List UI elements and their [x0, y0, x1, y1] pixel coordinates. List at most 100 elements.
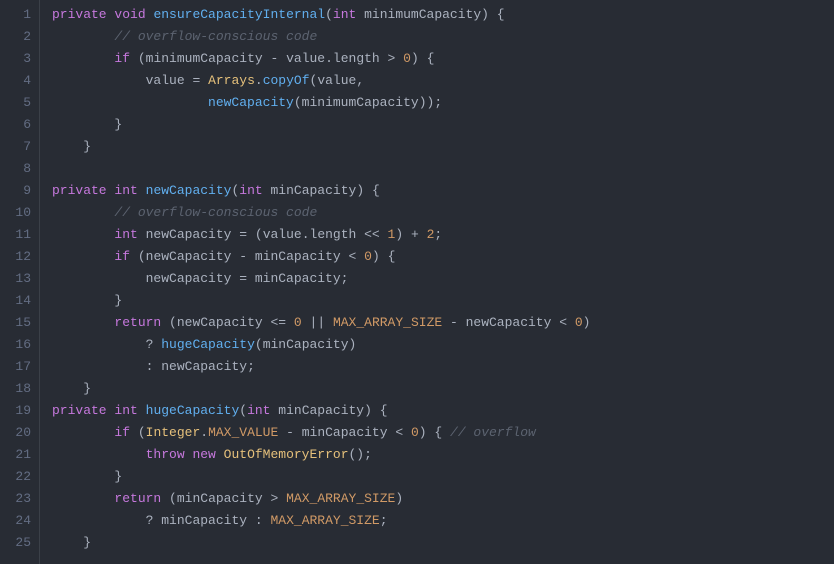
token-fn: ensureCapacityInternal [153, 7, 325, 22]
token-plain [216, 447, 224, 462]
token-plain: minCapacity [294, 425, 395, 440]
line-number: 13 [12, 268, 31, 290]
code-line[interactable]: } [52, 136, 834, 158]
token-plain [52, 227, 114, 242]
token-punc: () [349, 447, 365, 462]
code-line[interactable]: if (Integer.MAX_VALUE - minCapacity < 0)… [52, 422, 834, 444]
code-line[interactable]: // overflow-conscious code [52, 202, 834, 224]
token-punc: . [325, 51, 333, 66]
line-number: 23 [12, 488, 31, 510]
token-punc: ( [239, 403, 247, 418]
token-punc: } [114, 117, 122, 132]
code-line[interactable]: } [52, 378, 834, 400]
code-line[interactable]: return (newCapacity <= 0 || MAX_ARRAY_SI… [52, 312, 834, 334]
token-punc: { [497, 7, 505, 22]
token-plain [200, 73, 208, 88]
code-line[interactable] [52, 158, 834, 180]
token-op: <= [270, 315, 286, 330]
token-kw: int [114, 183, 137, 198]
token-plain: minimumCapacity [146, 51, 271, 66]
token-punc: ( [325, 7, 333, 22]
token-plain [52, 535, 83, 550]
token-punc: ( [255, 227, 263, 242]
code-line[interactable]: if (minimumCapacity - value.length > 0) … [52, 48, 834, 70]
token-plain [403, 425, 411, 440]
token-typename: Arrays [208, 73, 255, 88]
token-plain [302, 315, 310, 330]
token-plain: minimumCapacity [302, 95, 419, 110]
code-line[interactable]: private int newCapacity(int minCapacity)… [52, 180, 834, 202]
code-line[interactable]: ? hugeCapacity(minCapacity) [52, 334, 834, 356]
token-punc: } [114, 469, 122, 484]
token-plain [395, 51, 403, 66]
code-line[interactable]: int newCapacity = (value.length << 1) + … [52, 224, 834, 246]
token-punc: { [388, 249, 396, 264]
token-punc: } [83, 535, 91, 550]
token-num: 0 [403, 51, 411, 66]
line-number: 15 [12, 312, 31, 334]
token-plain: value [278, 51, 325, 66]
token-plain [52, 315, 114, 330]
line-number-gutter: 1234567891011121314151617181920212223242… [0, 0, 40, 564]
code-line[interactable]: throw new OutOfMemoryError(); [52, 444, 834, 466]
token-plain [52, 205, 114, 220]
token-num: 0 [575, 315, 583, 330]
token-plain [278, 425, 286, 440]
line-number: 18 [12, 378, 31, 400]
code-line[interactable]: } [52, 290, 834, 312]
token-punc: } [83, 139, 91, 154]
token-plain [52, 139, 83, 154]
token-punc: ( [169, 491, 177, 506]
code-line[interactable]: } [52, 114, 834, 136]
token-kw: new [192, 447, 215, 462]
token-punc: ; [364, 447, 372, 462]
token-kw: return [114, 491, 161, 506]
code-editor[interactable]: 1234567891011121314151617181920212223242… [0, 0, 834, 564]
token-fn: hugeCapacity [146, 403, 240, 418]
code-line[interactable]: private void ensureCapacityInternal(int … [52, 4, 834, 26]
code-line[interactable]: ? minCapacity : MAX_ARRAY_SIZE; [52, 510, 834, 532]
token-plain [52, 249, 114, 264]
token-plain [138, 183, 146, 198]
token-punc: ; [434, 227, 442, 242]
code-line[interactable]: if (newCapacity - minCapacity < 0) { [52, 246, 834, 268]
code-line[interactable]: // overflow-conscious code [52, 26, 834, 48]
token-plain [247, 227, 255, 242]
code-line[interactable]: } [52, 532, 834, 554]
code-line[interactable]: } [52, 466, 834, 488]
token-plain: value [263, 227, 302, 242]
token-punc: ( [138, 51, 146, 66]
token-kw: int [333, 7, 356, 22]
line-number: 6 [12, 114, 31, 136]
token-punc: , [356, 73, 364, 88]
token-op: - [239, 249, 247, 264]
token-punc: ( [255, 337, 263, 352]
token-plain [372, 403, 380, 418]
token-punc: . [255, 73, 263, 88]
code-line[interactable]: : newCapacity; [52, 356, 834, 378]
token-typename: Integer [146, 425, 201, 440]
line-number: 21 [12, 444, 31, 466]
token-plain [52, 29, 114, 44]
token-plain: newCapacity [146, 249, 240, 264]
token-kw: if [114, 51, 130, 66]
line-number: 3 [12, 48, 31, 70]
code-line[interactable]: newCapacity(minimumCapacity)); [52, 92, 834, 114]
code-line[interactable]: newCapacity = minCapacity; [52, 268, 834, 290]
token-punc: } [114, 293, 122, 308]
token-punc: ) [395, 227, 403, 242]
token-plain [380, 249, 388, 264]
code-line[interactable]: return (minCapacity > MAX_ARRAY_SIZE) [52, 488, 834, 510]
token-op: < [559, 315, 567, 330]
token-plain: minCapacity [263, 337, 349, 352]
token-op: : [255, 513, 263, 528]
code-line[interactable]: private int hugeCapacity(int minCapacity… [52, 400, 834, 422]
line-number: 14 [12, 290, 31, 312]
token-const: MAX_ARRAY_SIZE [333, 315, 442, 330]
token-op: - [450, 315, 458, 330]
line-number: 16 [12, 334, 31, 356]
code-line[interactable]: value = Arrays.copyOf(value, [52, 70, 834, 92]
code-area[interactable]: private void ensureCapacityInternal(int … [40, 0, 834, 564]
token-plain: minCapacity [247, 249, 348, 264]
token-punc: )) [419, 95, 435, 110]
